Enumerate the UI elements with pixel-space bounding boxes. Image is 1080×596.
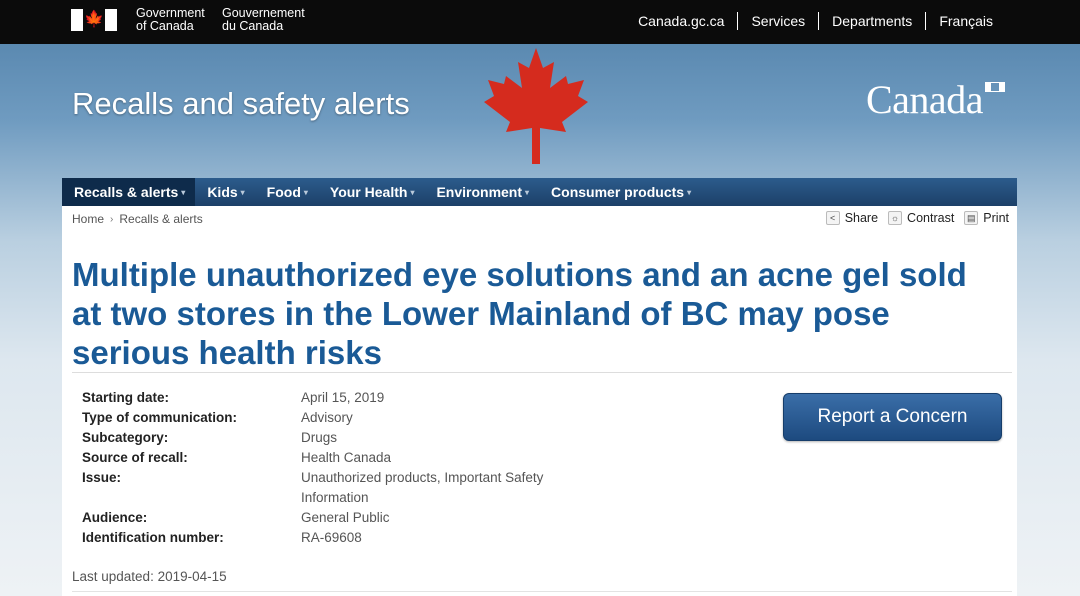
- link-services[interactable]: Services: [738, 12, 818, 30]
- canada-wordmark: Canada: [866, 77, 983, 122]
- detail-label: Subcategory:: [82, 430, 169, 445]
- share-button[interactable]: < Share: [825, 211, 878, 225]
- dropdown-arrow-icon: ▾: [303, 187, 308, 197]
- breadcrumb-home[interactable]: Home: [72, 212, 104, 226]
- content-panel: Home › Recalls & alerts < Share ☼ Contrast…: [62, 206, 1017, 596]
- detail-row: Source of recall: Health Canada: [82, 448, 561, 468]
- wordmark-flag-icon: [985, 82, 1005, 92]
- site-title[interactable]: Recalls and safety alerts: [72, 86, 410, 122]
- nav-food[interactable]: Food ▾: [255, 178, 318, 206]
- detail-row: Type of communication: Advisory: [82, 408, 561, 428]
- link-canada-gc-ca[interactable]: Canada.gc.ca: [625, 12, 737, 30]
- breadcrumb: Home › Recalls & alerts: [72, 212, 203, 226]
- last-updated: Last updated: 2019-04-15: [72, 569, 227, 584]
- detail-row: Starting date: April 15, 2019: [82, 388, 561, 408]
- detail-row: Subcategory: Drugs: [82, 428, 561, 448]
- dropdown-arrow-icon: ▾: [687, 187, 692, 197]
- government-of-canada-label[interactable]: Government of Canada: [136, 7, 205, 33]
- link-francais[interactable]: Français: [926, 12, 1006, 30]
- nav-kids[interactable]: Kids ▾: [195, 178, 254, 206]
- government-header: 🍁 Government of Canada Gouvernement du Can…: [0, 0, 1080, 44]
- dropdown-arrow-icon: ▾: [410, 187, 415, 197]
- dropdown-arrow-icon: ▾: [240, 187, 245, 197]
- detail-value: Advisory: [301, 410, 353, 425]
- detail-value: April 15, 2019: [301, 390, 385, 405]
- detail-row: Audience: General Public: [82, 508, 561, 528]
- divider: [72, 372, 1012, 373]
- top-links: Canada.gc.ca Services Departments França…: [625, 12, 1006, 30]
- nav-consumer-products[interactable]: Consumer products ▾: [539, 178, 701, 206]
- detail-value: RA-69608: [301, 530, 362, 545]
- detail-value: Health Canada: [301, 450, 392, 465]
- main-nav: Recalls & alerts ▾ Kids ▾ Food ▾ Your Healt…: [62, 178, 1017, 206]
- page-title: Multiple unauthorized eye solutions and …: [72, 256, 967, 371]
- nav-your-health[interactable]: Your Health ▾: [318, 178, 425, 206]
- detail-label: Identification number:: [82, 530, 224, 545]
- detail-label: Type of communication:: [82, 410, 238, 425]
- print-button[interactable]: ▤ Print: [964, 211, 1009, 225]
- contrast-button[interactable]: ☼ Contrast: [888, 211, 954, 225]
- detail-label: Audience:: [82, 510, 148, 525]
- nav-recalls-alerts[interactable]: Recalls & alerts ▾: [62, 178, 196, 206]
- page-tools: < Share ☼ Contrast ▤ Print: [816, 211, 1009, 225]
- link-departments[interactable]: Departments: [819, 12, 925, 30]
- share-icon: <: [825, 211, 840, 225]
- canada-flag-icon[interactable]: 🍁: [71, 9, 117, 31]
- print-icon: ▤: [964, 211, 979, 225]
- detail-label: Starting date:: [82, 390, 170, 405]
- detail-value: Unauthorized products, Important Safety …: [301, 470, 544, 505]
- divider: [72, 591, 1012, 592]
- detail-row: Identification number: RA-69608: [82, 528, 561, 548]
- dropdown-arrow-icon: ▾: [525, 187, 530, 197]
- nav-environment[interactable]: Environment ▾: [424, 178, 539, 206]
- breadcrumb-recalls-alerts[interactable]: Recalls & alerts: [119, 212, 202, 226]
- detail-value: General Public: [301, 510, 390, 525]
- detail-label: Issue:: [82, 470, 122, 485]
- recall-details: Starting date: April 15, 2019 Type of com…: [82, 388, 561, 548]
- detail-row: Issue: Unauthorized products, Important S…: [82, 468, 561, 508]
- report-concern-button[interactable]: Report a Concern: [783, 393, 1002, 441]
- gouvernement-du-canada-label[interactable]: Gouvernement du Canada: [222, 7, 305, 33]
- contrast-icon: ☼: [888, 211, 903, 225]
- chevron-right-icon: ›: [110, 213, 114, 225]
- detail-label: Source of recall:: [82, 450, 188, 465]
- detail-value: Drugs: [301, 430, 338, 445]
- maple-leaf-icon: [484, 48, 588, 164]
- dropdown-arrow-icon: ▾: [181, 187, 186, 197]
